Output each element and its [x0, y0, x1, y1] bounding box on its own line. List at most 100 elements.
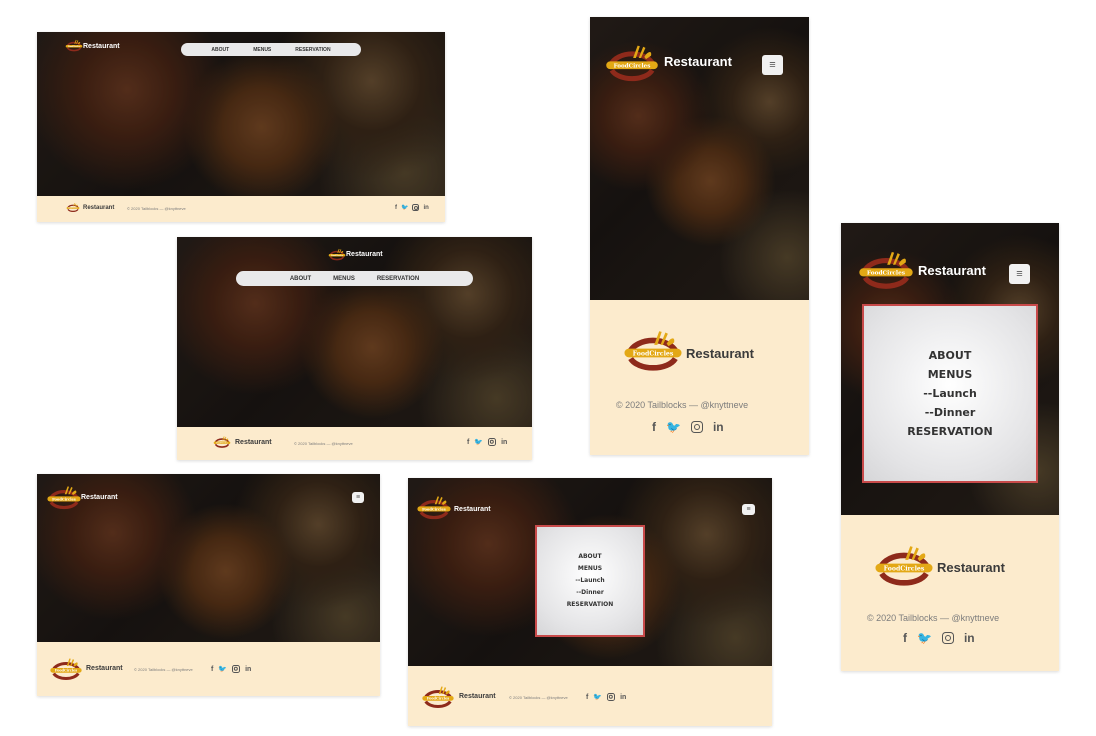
copyright: © 2020 Tailblocks — @knyttneve	[867, 613, 1000, 623]
instagram-icon[interactable]	[607, 693, 616, 701]
footer-brand[interactable]: Restaurant	[86, 665, 123, 672]
footer: Restaurant © 2020 Tailblocks — @knyttnev…	[408, 666, 772, 726]
instagram-icon[interactable]	[488, 438, 497, 446]
footer-logo-icon[interactable]	[421, 684, 455, 710]
logo-icon[interactable]	[604, 42, 660, 84]
twitter-icon[interactable]: 🐦	[917, 631, 932, 645]
footer: Restaurant © 2020 Tailblocks — @knyttnev…	[177, 427, 532, 460]
nav-menus[interactable]: MENUS	[253, 47, 271, 53]
logo-icon[interactable]	[65, 39, 83, 52]
menu-item-launch[interactable]: --Launch	[575, 575, 604, 587]
instagram-icon[interactable]	[690, 421, 703, 433]
hero-image: Restaurant ABOUT MENUS RESERVATION	[37, 32, 445, 196]
footer-logo-icon[interactable]	[49, 656, 83, 682]
twitter-icon[interactable]: 🐦	[593, 693, 602, 701]
facebook-icon[interactable]: f	[903, 631, 907, 645]
footer-brand[interactable]: Restaurant	[235, 439, 272, 446]
twitter-icon[interactable]: 🐦	[474, 438, 483, 446]
menu-icon: ≡	[769, 59, 776, 71]
footer-brand[interactable]: Restaurant	[83, 205, 114, 211]
social-links: f 🐦 in	[211, 665, 251, 673]
hero-image: Restaurant ABOUT MENUS RESERVATION	[177, 237, 532, 427]
linkedin-icon[interactable]: in	[620, 694, 626, 701]
logo-icon[interactable]	[857, 248, 915, 292]
brand-name[interactable]: Restaurant	[83, 43, 120, 50]
instagram-icon[interactable]	[412, 204, 420, 211]
footer-logo-icon[interactable]	[622, 327, 684, 374]
twitter-icon[interactable]: 🐦	[401, 204, 408, 211]
footer: Restaurant © 2020 Tailblocks — @knyttnev…	[841, 515, 1059, 671]
menu-item-reservation[interactable]: RESERVATION	[907, 422, 992, 441]
brand-name[interactable]: Restaurant	[454, 506, 491, 513]
hero-image: Restaurant ≡ ABOUT MENUS --Launch --Dinn…	[841, 223, 1059, 515]
nav-reservation[interactable]: RESERVATION	[295, 47, 330, 53]
copyright: © 2020 Tailblocks — @knyttneve	[134, 667, 193, 672]
brand-name[interactable]: Restaurant	[918, 263, 986, 278]
linkedin-icon[interactable]: in	[501, 439, 507, 446]
menu-item-launch[interactable]: --Launch	[923, 384, 977, 403]
screenshot-tablet-collapsed: Restaurant ≡ Restaurant © 2020 Tailblock…	[37, 474, 380, 696]
social-links: f 🐦 in	[903, 631, 975, 645]
menu-button[interactable]: ≡	[762, 55, 783, 75]
footer-brand[interactable]: Restaurant	[686, 346, 754, 361]
twitter-icon[interactable]: 🐦	[218, 665, 227, 673]
menu-item-dinner[interactable]: --Dinner	[925, 403, 976, 422]
menu-icon: ≡	[355, 494, 361, 501]
footer: Restaurant © 2020 Tailblocks — @knyttnev…	[590, 300, 809, 455]
facebook-icon[interactable]: f	[395, 205, 397, 211]
dropdown-menu: ABOUT MENUS --Launch --Dinner RESERVATIO…	[862, 304, 1038, 483]
facebook-icon[interactable]: f	[467, 439, 469, 446]
logo-icon[interactable]	[328, 248, 346, 261]
footer: Restaurant © 2020 Tailblocks — @knyttnev…	[37, 196, 445, 222]
menu-button[interactable]: ≡	[1009, 264, 1030, 284]
linkedin-icon[interactable]: in	[245, 666, 251, 673]
social-links: f 🐦 in	[652, 420, 724, 434]
footer-logo-icon[interactable]	[213, 435, 231, 449]
menu-icon: ≡	[1016, 268, 1023, 280]
copyright: © 2020 Tailblocks — @knyttneve	[127, 206, 186, 211]
linkedin-icon[interactable]: in	[713, 420, 724, 434]
linkedin-icon[interactable]: in	[964, 631, 975, 645]
footer-logo-icon[interactable]	[873, 542, 935, 589]
screenshot-mobile: Restaurant ≡ Restaurant © 2020 Tailblock…	[590, 17, 809, 455]
hero-image: Restaurant ≡	[590, 17, 809, 300]
social-links: f 🐦 in	[586, 693, 626, 701]
menu-button[interactable]: ≡	[352, 492, 364, 503]
menu-item-reservation[interactable]: RESERVATION	[567, 599, 614, 611]
instagram-icon[interactable]	[941, 632, 954, 644]
instagram-icon[interactable]	[232, 665, 241, 673]
brand-name[interactable]: Restaurant	[81, 494, 118, 501]
facebook-icon[interactable]: f	[652, 420, 656, 434]
nav-about[interactable]: ABOUT	[211, 47, 229, 53]
menu-item-menus[interactable]: MENUS	[928, 365, 973, 384]
facebook-icon[interactable]: f	[211, 666, 213, 673]
footer-brand[interactable]: Restaurant	[937, 560, 1005, 575]
footer-brand[interactable]: Restaurant	[459, 693, 496, 700]
logo-icon[interactable]	[46, 484, 82, 511]
screenshot-desktop: Restaurant ABOUT MENUS RESERVATION Resta…	[37, 32, 445, 222]
nav-bar: ABOUT MENUS RESERVATION	[181, 43, 361, 56]
nav-bar: ABOUT MENUS RESERVATION	[236, 271, 473, 286]
logo-icon[interactable]	[416, 494, 452, 521]
screenshot-tablet-landscape: Restaurant ABOUT MENUS RESERVATION Resta…	[177, 237, 532, 460]
menu-item-about[interactable]: ABOUT	[929, 346, 972, 365]
linkedin-icon[interactable]: in	[423, 205, 428, 211]
menu-button[interactable]: ≡	[742, 504, 755, 515]
brand-name[interactable]: Restaurant	[664, 54, 732, 69]
nav-about[interactable]: ABOUT	[290, 276, 311, 282]
screenshot-mobile-menu-open: Restaurant ≡ ABOUT MENUS --Launch --Dinn…	[841, 223, 1059, 671]
menu-icon: ≡	[746, 506, 751, 513]
footer-logo-icon[interactable]	[66, 202, 80, 213]
nav-reservation[interactable]: RESERVATION	[377, 276, 419, 282]
hero-image: Restaurant ≡ ABOUT MENUS --Launch --Dinn…	[408, 478, 772, 666]
copyright: © 2020 Tailblocks — @knyttneve	[294, 441, 353, 446]
brand-name[interactable]: Restaurant	[346, 251, 383, 258]
social-links: f 🐦 in	[395, 204, 429, 211]
nav-menus[interactable]: MENUS	[333, 276, 355, 282]
menu-item-about[interactable]: ABOUT	[578, 551, 601, 563]
facebook-icon[interactable]: f	[586, 694, 588, 701]
menu-item-dinner[interactable]: --Dinner	[576, 587, 604, 599]
copyright: © 2020 Tailblocks — @knyttneve	[509, 695, 568, 700]
menu-item-menus[interactable]: MENUS	[578, 563, 602, 575]
twitter-icon[interactable]: 🐦	[666, 420, 681, 434]
